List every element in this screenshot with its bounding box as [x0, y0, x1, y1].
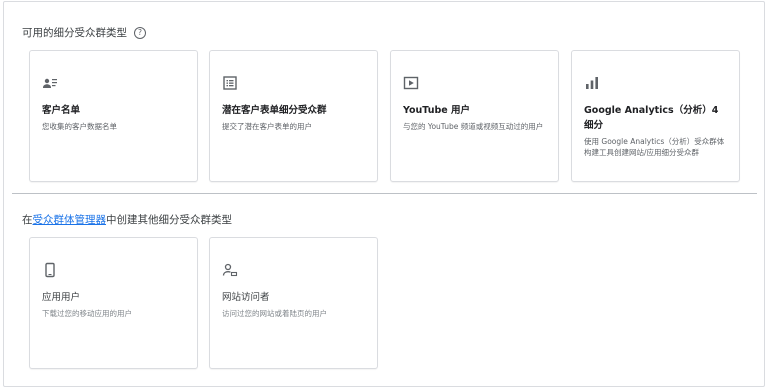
other-types-section-title: 在受众群体管理器中创建其他细分受众群类型	[22, 212, 232, 227]
lead-form-icon	[222, 75, 238, 91]
other-section-suffix: 中创建其他细分受众群类型	[106, 214, 232, 226]
help-circle-icon[interactable]: ?	[134, 26, 146, 39]
website-visitor-icon	[222, 262, 238, 278]
card-title: 网站访问者	[222, 292, 270, 303]
card-customer-list[interactable]: 客户名单 您收集的客户数据名单	[29, 50, 198, 182]
other-section-prefix: 在	[22, 214, 33, 226]
analytics-bar-chart-icon	[584, 75, 600, 91]
card-description: 下载过您的移动应用的用户	[42, 309, 132, 318]
available-section-label: 可用的细分受众群类型	[22, 27, 127, 39]
card-title: 潜在客户表单细分受众群	[222, 105, 327, 116]
card-description: 您收集的客户数据名单	[42, 122, 117, 131]
youtube-play-icon	[403, 75, 419, 91]
card-app-users[interactable]: 应用用户 下载过您的移动应用的用户	[29, 237, 198, 369]
mobile-phone-icon	[42, 262, 58, 278]
audience-manager-link[interactable]: 受众群体管理器	[33, 214, 107, 226]
card-title: 应用用户	[42, 292, 81, 303]
card-description: 与您的 YouTube 频道或视频互动过的用户	[403, 122, 544, 131]
card-description: 使用 Google Analytics（分析）受众群体构建工具创建网站/应用细分…	[584, 137, 725, 157]
card-lead-form[interactable]: 潜在客户表单细分受众群 提交了潜在客户表单的用户	[209, 50, 378, 182]
card-title: Google Analytics（分析）4 细分	[584, 105, 719, 131]
card-title: 客户名单	[42, 105, 81, 116]
card-google-analytics[interactable]: Google Analytics（分析）4 细分 使用 Google Analy…	[571, 50, 740, 182]
card-title: YouTube 用户	[403, 105, 471, 116]
customer-list-icon	[42, 75, 58, 91]
card-website-visitors[interactable]: 网站访问者 访问过您的网站或着陆页的用户	[209, 237, 378, 369]
card-description: 提交了潜在客户表单的用户	[222, 122, 312, 131]
available-section-title: 可用的细分受众群类型 ?	[22, 25, 146, 40]
card-youtube-users[interactable]: YouTube 用户 与您的 YouTube 频道或视频互动过的用户	[390, 50, 559, 182]
section-divider	[12, 193, 757, 194]
card-description: 访问过您的网站或着陆页的用户	[222, 309, 327, 318]
